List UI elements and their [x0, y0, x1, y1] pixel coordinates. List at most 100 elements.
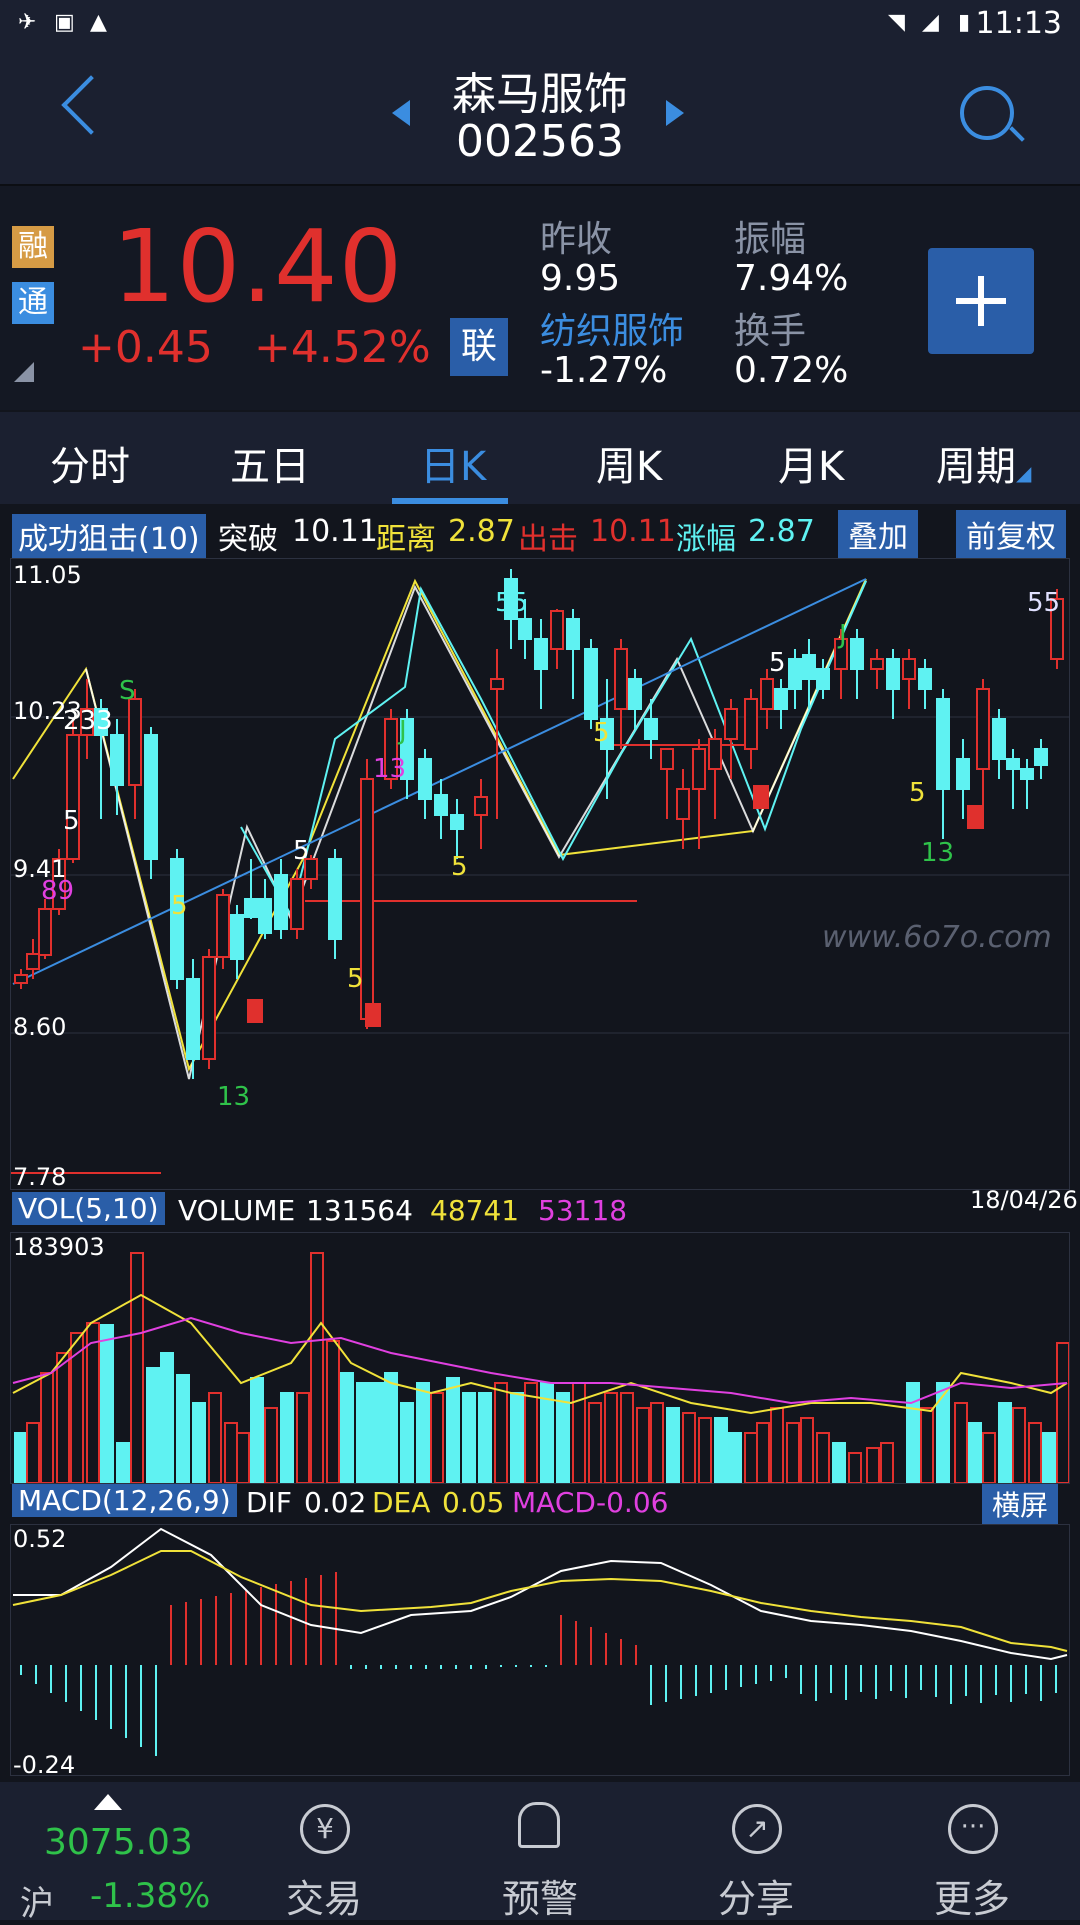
signal-icon: ◢ [922, 10, 939, 35]
candle [216, 889, 230, 969]
volume-label: VOLUME [178, 1194, 296, 1227]
volume-bar [848, 1452, 862, 1483]
add-watchlist-button[interactable] [928, 248, 1034, 354]
volume-bar [296, 1392, 310, 1483]
trade-icon[interactable]: ¥ [300, 1804, 350, 1854]
adjust-button[interactable]: 前复权 [956, 510, 1066, 558]
volume-bar [224, 1422, 238, 1483]
candle-body [992, 718, 1006, 760]
index-value[interactable]: 3075.03 [44, 1822, 193, 1863]
tab-intraday[interactable]: 分时 [50, 434, 130, 492]
volume-bar [588, 1402, 602, 1483]
hit-label: 出击 [518, 522, 578, 557]
candle-body [628, 678, 642, 710]
volume-indicator-label[interactable]: VOL(5,10) [12, 1192, 165, 1225]
candle [258, 879, 272, 939]
stock-name: 森马服饰 [452, 69, 628, 120]
price-change: +0.45 [78, 322, 213, 373]
volume-bar [998, 1402, 1012, 1483]
candle-body [788, 658, 802, 690]
volume-bar [666, 1407, 680, 1483]
candle-body [230, 914, 244, 960]
candle [14, 969, 28, 989]
candle [584, 639, 598, 729]
next-stock-icon[interactable] [666, 100, 684, 126]
candle [724, 699, 738, 779]
volume-bar [384, 1372, 398, 1483]
candle-body [870, 658, 884, 670]
amplitude-value: 7.94% [734, 258, 849, 299]
macd-value: -0.06 [596, 1486, 669, 1519]
volume-bar [982, 1432, 996, 1483]
buy-marker-icon [967, 805, 983, 829]
candle [450, 799, 464, 859]
dist-label: 距离 [376, 522, 436, 557]
candle-body [450, 814, 464, 830]
search-icon[interactable] [960, 86, 1014, 140]
candle-body [1020, 768, 1034, 780]
macd-bars [20, 1572, 1057, 1756]
candle [66, 719, 80, 863]
wifi-icon: ◥ [888, 10, 905, 35]
bell-icon[interactable] [518, 1802, 560, 1848]
candle-body [534, 638, 548, 670]
candle-body [216, 894, 230, 958]
tab-monthly-k[interactable]: 月K [778, 434, 844, 492]
volume-value: 131564 [306, 1194, 413, 1227]
signal-label: 5 [293, 836, 310, 866]
more-icon[interactable]: ··· [948, 1804, 998, 1854]
nav-trade[interactable]: 交易 [254, 1868, 394, 1923]
tab-period[interactable]: 周期◢ [936, 434, 1031, 492]
nav-more[interactable]: 更多 [902, 1868, 1042, 1923]
volume-bar [682, 1412, 696, 1483]
candle-body [708, 738, 722, 770]
volume-bar [650, 1402, 664, 1483]
candle [550, 609, 564, 669]
signal-label: S [119, 676, 136, 706]
candle-body [644, 718, 658, 740]
candle [870, 649, 884, 689]
candle-body [244, 898, 258, 918]
candle [274, 859, 288, 939]
macd-axis-bottom: -0.24 [13, 1751, 76, 1779]
candle [936, 689, 950, 839]
tab-weekly-k[interactable]: 周K [596, 434, 662, 492]
indicator-name[interactable]: 成功狙击(10) [12, 514, 206, 558]
tab-five-day[interactable]: 五日 [230, 434, 310, 492]
volume-bar [494, 1382, 508, 1483]
volume-chart[interactable]: 183903 [10, 1232, 1070, 1484]
linked-button[interactable]: 联 [450, 318, 508, 376]
nav-share[interactable]: 分享 [686, 1868, 826, 1923]
candle-body [518, 618, 532, 640]
candle [128, 689, 142, 819]
candle [628, 669, 642, 729]
landscape-button[interactable]: 横屏 [982, 1484, 1059, 1524]
volume-bar [832, 1442, 846, 1483]
volume-bar [816, 1432, 830, 1483]
volume-bar [478, 1392, 492, 1483]
macd-canvas [12, 1527, 1068, 1756]
candle [1020, 759, 1034, 809]
battery-icon: ▮ [958, 10, 971, 35]
image-icon: ▣ [54, 10, 75, 35]
sector-link[interactable]: 纺织服饰 [540, 302, 684, 354]
signal-label: 13 [373, 754, 406, 784]
tab-daily-k[interactable]: 日K [420, 434, 486, 492]
margin-badge: 融 [12, 226, 54, 268]
overlay-button[interactable]: 叠加 [838, 510, 918, 558]
signal-label: 5 [63, 806, 80, 836]
kline-chart[interactable]: 233 S 5 89 5 13 5 5 13 J 5 55 5 5 J 5 13… [10, 558, 1070, 1191]
amplitude-label: 振幅 [734, 219, 807, 260]
expand-icon[interactable] [94, 1794, 122, 1810]
macd-indicator-label[interactable]: MACD(12,26,9) [12, 1484, 237, 1517]
candle-body [38, 908, 52, 956]
volume-bar [116, 1442, 130, 1483]
volume-bar [620, 1392, 634, 1483]
macd-chart[interactable]: 0.52 -0.24 [10, 1524, 1070, 1779]
share-icon[interactable]: ↗ [732, 1804, 782, 1854]
nav-alert[interactable]: 预警 [470, 1868, 610, 1923]
candle-body [128, 698, 142, 786]
candle [692, 739, 706, 849]
signal-label: 55 [1027, 588, 1060, 618]
volume-bar [264, 1407, 278, 1483]
